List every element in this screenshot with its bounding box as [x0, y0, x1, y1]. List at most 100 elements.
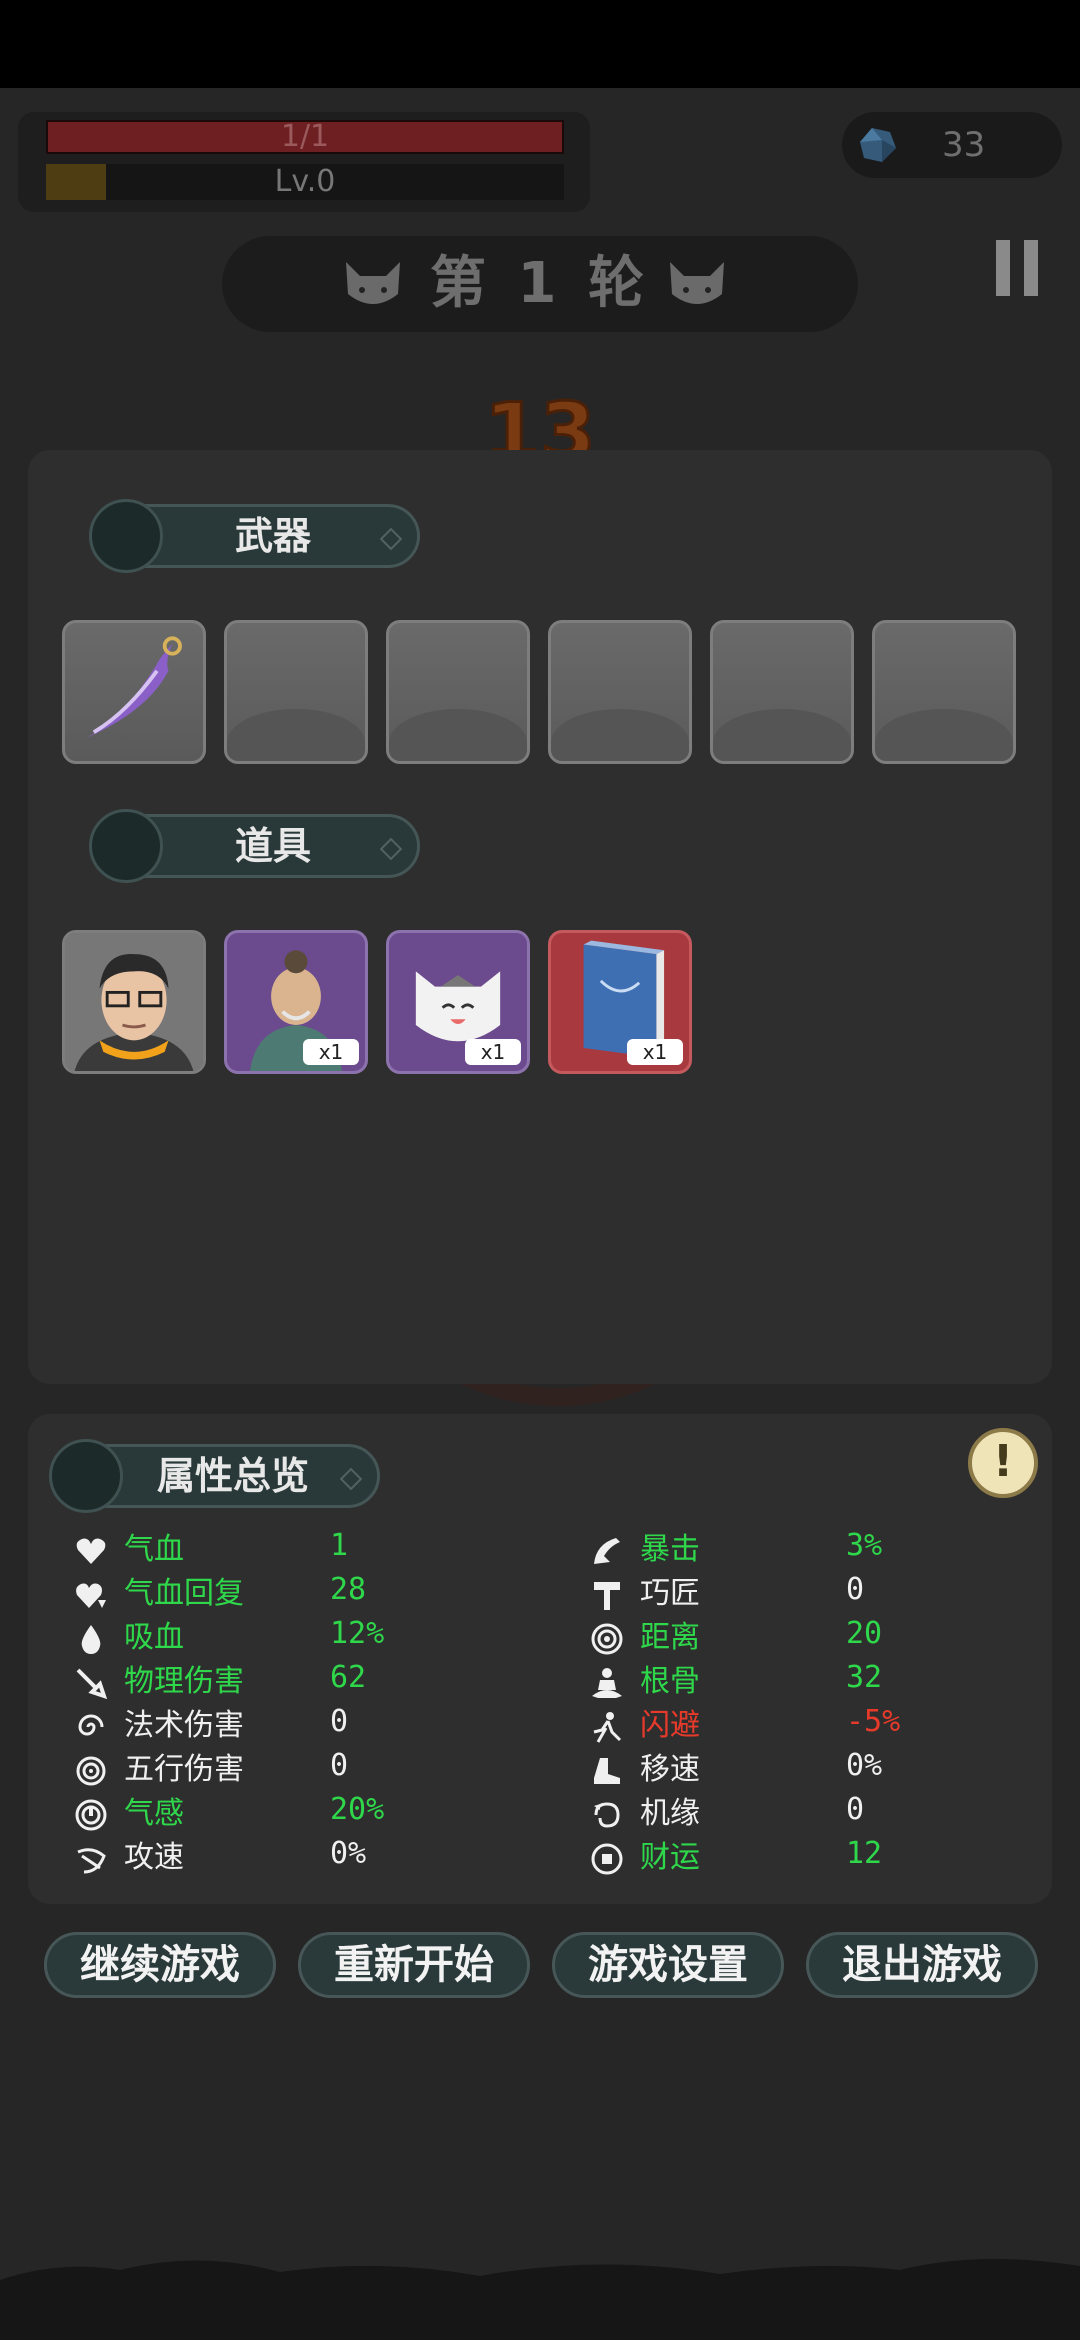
continue-game-button[interactable]: 继续游戏 — [44, 1932, 276, 1998]
stat-name: 巧匠 — [640, 1576, 700, 1611]
restart-button[interactable]: 重新开始 — [298, 1932, 530, 1998]
stat-row: 气血回复 28 — [74, 1572, 574, 1614]
crit-icon — [594, 1538, 620, 1564]
player-hud: 1/1 Lv.0 — [18, 112, 590, 212]
stat-name: 移速 — [640, 1752, 700, 1787]
stat-value: -5% — [846, 1704, 901, 1739]
dodge-icon — [593, 1712, 622, 1743]
item-quantity: x1 — [303, 1039, 359, 1065]
purple-scythe-icon — [86, 636, 182, 738]
stats-header: 属性总览 — [49, 1439, 380, 1513]
item-quantity: x1 — [465, 1039, 521, 1065]
stat-value: 0 — [846, 1572, 865, 1607]
game-settings-button[interactable]: 游戏设置 — [552, 1932, 784, 1998]
weapon-slot-2[interactable] — [224, 620, 368, 764]
hp-text: 1/1 — [280, 119, 330, 154]
stat-value: 0 — [846, 1792, 865, 1827]
ground-silhouette — [0, 2258, 1080, 2340]
hammer-icon — [594, 1582, 620, 1610]
stat-value: 20% — [330, 1792, 385, 1827]
stat-row: 财运 12 — [590, 1836, 1080, 1878]
weapon-slot-6[interactable] — [872, 620, 1016, 764]
spiral-icon — [78, 1714, 104, 1736]
stat-name: 吸血 — [124, 1620, 184, 1655]
stat-row: 移速 0% — [590, 1748, 1080, 1790]
boot-icon — [594, 1758, 620, 1784]
weapon-slot-5[interactable] — [710, 620, 854, 764]
stat-value: 32 — [846, 1660, 883, 1695]
stat-value: 0 — [330, 1704, 349, 1739]
stat-row: 气血 1 — [74, 1528, 574, 1570]
weapons-header: 武器 — [89, 499, 420, 573]
stat-row: 气感 20% — [74, 1792, 574, 1834]
weapon-slot-4[interactable] — [548, 620, 692, 764]
stat-row: 机缘 0 — [590, 1792, 1080, 1834]
round-banner: 第 1 轮 — [222, 236, 858, 332]
xp-bar: Lv.0 — [46, 164, 564, 200]
status-bar-area — [0, 0, 1080, 88]
gem-icon — [860, 128, 896, 162]
inventory-panel — [28, 450, 1052, 1384]
stat-name: 物理伤害 — [124, 1664, 244, 1699]
stat-name: 五行伤害 — [124, 1752, 244, 1787]
stats-label: 属性总览 — [156, 1454, 309, 1498]
weapon-slot-1[interactable] — [62, 620, 206, 764]
sword-icon — [76, 1668, 108, 1700]
item-slot-3[interactable]: x1 — [386, 930, 530, 1074]
stat-name: 根骨 — [640, 1664, 700, 1699]
fortune-swirl-icon — [594, 1802, 620, 1828]
stat-row: 距离 20 — [590, 1616, 1080, 1658]
stat-value: 28 — [330, 1572, 367, 1607]
stat-name: 闪避 — [640, 1708, 700, 1743]
stat-value: 0 — [330, 1748, 349, 1783]
stat-row: 巧匠 0 — [590, 1572, 1080, 1614]
stat-row: 攻速 0% — [74, 1836, 574, 1878]
glasses-man-portrait-icon — [65, 933, 203, 1071]
stat-row: 吸血 12% — [74, 1616, 574, 1658]
round-title: 第 1 轮 — [430, 251, 650, 316]
item-slot-2[interactable]: x1 — [224, 930, 368, 1074]
stat-name: 距离 — [640, 1620, 700, 1655]
stat-value: 12 — [846, 1836, 883, 1871]
item-slot-1[interactable] — [62, 930, 206, 1074]
gem-counter: 33 — [842, 112, 1062, 178]
stat-row: 暴击 3% — [590, 1528, 1080, 1570]
stat-row: 物理伤害 62 — [74, 1660, 574, 1702]
pause-icon — [996, 240, 1010, 296]
weapons-label: 武器 — [234, 514, 311, 558]
stat-row: 五行伤害 0 — [74, 1748, 574, 1790]
stat-name: 暴击 — [640, 1532, 700, 1567]
stat-value: 12% — [330, 1616, 385, 1651]
meditate-icon — [592, 1668, 622, 1698]
heart-regen-icon — [76, 1583, 106, 1608]
power-icon — [75, 1799, 107, 1831]
speed-slash-icon — [77, 1848, 106, 1874]
stat-name: 机缘 — [640, 1796, 700, 1831]
stat-name: 气感 — [124, 1796, 184, 1831]
stat-value: 0% — [846, 1748, 883, 1783]
item-slot-4[interactable]: x1 — [548, 930, 692, 1074]
quit-game-button[interactable]: 退出游戏 — [806, 1932, 1038, 1998]
coin-icon — [591, 1843, 623, 1875]
stat-value: 20 — [846, 1616, 883, 1651]
stat-value: 3% — [846, 1528, 883, 1563]
items-label: 道具 — [234, 824, 311, 868]
stat-row: 法术伤害 0 — [74, 1704, 574, 1746]
stat-row: 闪避 -5% — [590, 1704, 1080, 1746]
gem-count: 33 — [942, 125, 986, 165]
stat-name: 攻速 — [124, 1840, 184, 1875]
pause-button[interactable] — [996, 240, 1038, 296]
item-quantity: x1 — [627, 1039, 683, 1065]
weapon-slot-3[interactable] — [386, 620, 530, 764]
stat-name: 气血回复 — [124, 1576, 244, 1611]
blood-drop-icon — [81, 1625, 101, 1654]
heart-icon — [76, 1538, 106, 1564]
items-header: 道具 — [89, 809, 420, 883]
stat-name: 气血 — [124, 1532, 184, 1567]
cat-head-icon — [670, 262, 724, 304]
hp-bar: 1/1 — [46, 120, 564, 154]
stat-value: 0% — [330, 1836, 367, 1871]
level-text: Lv.0 — [274, 164, 336, 199]
stats-info-button[interactable]: ! — [968, 1428, 1038, 1498]
stat-value: 1 — [330, 1528, 349, 1563]
